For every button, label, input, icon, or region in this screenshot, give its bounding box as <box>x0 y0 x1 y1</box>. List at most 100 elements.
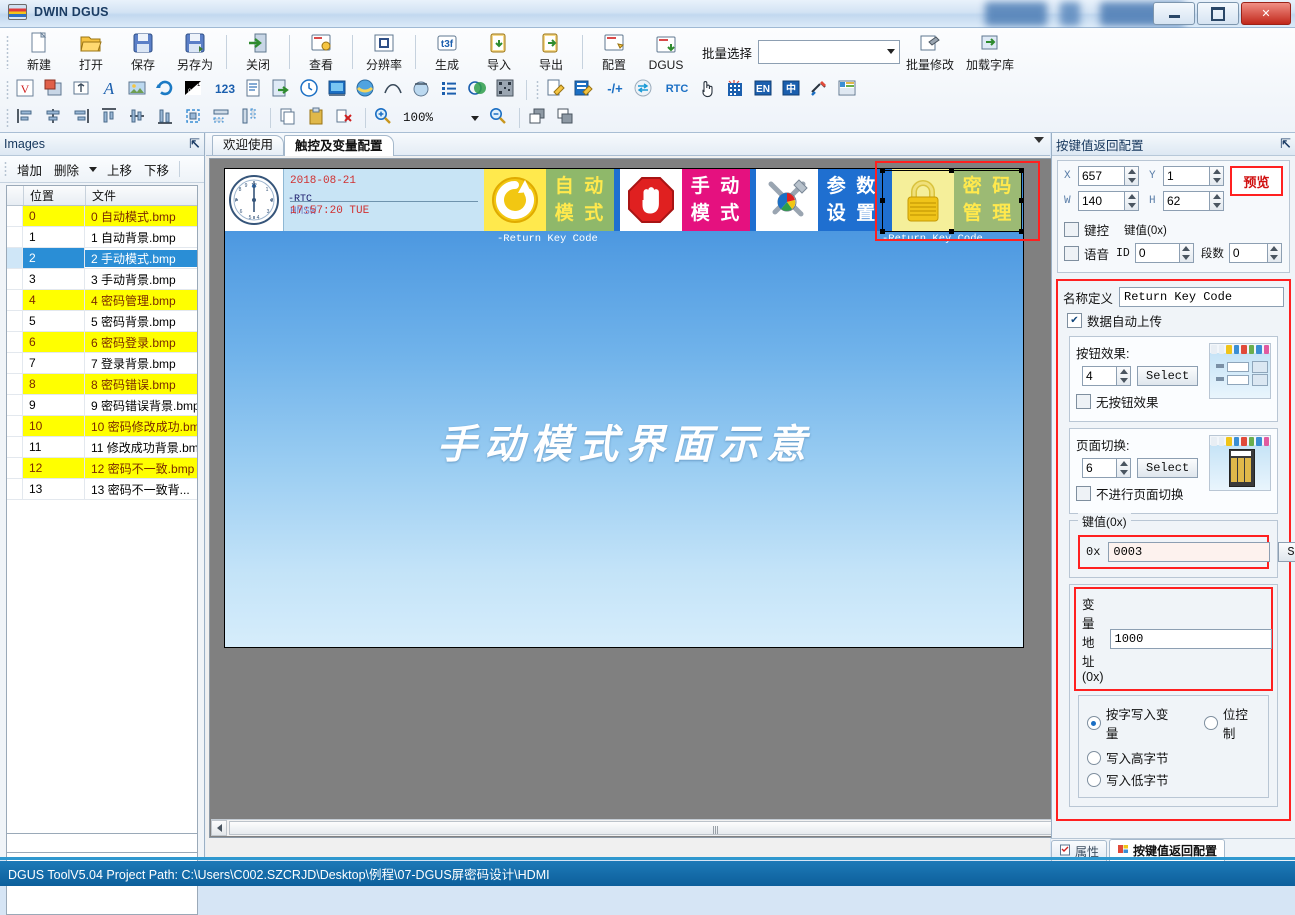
zoom-in-button[interactable] <box>372 106 398 130</box>
edit-variable-button[interactable] <box>572 78 598 102</box>
chevron-down-icon[interactable] <box>1034 137 1044 143</box>
batch-modify-button[interactable]: 批量修改 <box>900 28 960 76</box>
x-stepper[interactable] <box>1078 166 1139 186</box>
y-input[interactable] <box>1163 166 1209 186</box>
delete-button[interactable] <box>333 106 359 130</box>
open-button[interactable]: 打开 <box>65 28 117 76</box>
text-input-button[interactable] <box>242 78 268 102</box>
auto-upload-checkbox[interactable]: ✔ <box>1067 313 1082 328</box>
column-header-position[interactable]: 位置 <box>24 186 86 205</box>
table-row[interactable]: 22 手动模式.bmp <box>7 248 197 269</box>
selection-box[interactable] <box>880 169 1023 234</box>
save-button[interactable]: 保存 <box>117 28 169 76</box>
slider-button[interactable] <box>466 78 492 102</box>
batch-select-combo[interactable] <box>758 40 901 64</box>
key-value-set-button[interactable]: Set <box>1278 542 1295 562</box>
delete-image-button[interactable]: 删除 <box>48 158 85 181</box>
x-input[interactable] <box>1078 166 1124 186</box>
analog-clock-widget[interactable]: 1212 345 678 9 <box>225 169 283 231</box>
basic-graphic-button[interactable] <box>326 78 352 102</box>
table-row[interactable]: 13 13 密码不一致背... <box>7 479 197 500</box>
table-row[interactable]: 7 7 登录背景.bmp <box>7 353 197 374</box>
tools-button[interactable] <box>808 78 834 102</box>
button-effect-select-button[interactable]: Select <box>1137 366 1199 386</box>
plus-minus-button[interactable]: -/+ <box>600 78 630 102</box>
hand-pointer-button[interactable] <box>696 78 722 102</box>
write-mode-option-bit[interactable]: 位控制 <box>1204 704 1260 742</box>
table-row[interactable]: 44 密码管理.bmp <box>7 290 197 311</box>
table-row[interactable]: 11 11 修改成功背景.bmp <box>7 437 197 458</box>
incremental-adjust-button[interactable] <box>70 78 96 102</box>
view-button[interactable]: 查看 <box>295 28 347 76</box>
table-row[interactable]: 12 12 密码不一致.bmp <box>7 458 197 479</box>
popup-window-button[interactable] <box>42 78 68 102</box>
text-display-button[interactable]: A <box>98 78 124 102</box>
table-row[interactable]: 9 9 密码错误背景.bmp <box>7 395 197 416</box>
button-effect-stepper[interactable] <box>1082 366 1131 386</box>
preview-button[interactable]: 预览 <box>1230 166 1283 196</box>
table-row[interactable]: 5 5 密码背景.bmp <box>7 311 197 332</box>
minimize-button[interactable] <box>1153 2 1195 25</box>
list-button[interactable] <box>438 78 464 102</box>
copy-button[interactable] <box>277 106 303 130</box>
send-back-button[interactable] <box>554 106 580 130</box>
export-button[interactable]: 导出 <box>525 28 577 76</box>
table-row[interactable]: 3 3 手动背景.bmp <box>7 269 197 290</box>
align-top-button[interactable] <box>98 106 124 130</box>
align-left-button[interactable] <box>14 106 40 130</box>
qrcode-button[interactable] <box>494 78 520 102</box>
bring-front-button[interactable] <box>526 106 552 130</box>
zoom-out-button[interactable] <box>487 106 513 130</box>
keypad-button[interactable] <box>724 78 750 102</box>
align-middle-v-button[interactable] <box>126 106 152 130</box>
edit-touch-button[interactable] <box>544 78 570 102</box>
move-down-button[interactable]: 下移 <box>138 158 175 181</box>
no-page-switch-checkbox[interactable] <box>1076 486 1091 501</box>
toolbar-grip[interactable] <box>536 80 539 100</box>
move-up-button[interactable]: 上移 <box>101 158 138 181</box>
key-control-checkbox[interactable] <box>1064 222 1079 237</box>
new-button[interactable]: 新建 <box>13 28 65 76</box>
toolbar-grip[interactable] <box>6 35 9 69</box>
cn-language-button[interactable]: 中 <box>780 78 806 102</box>
dgus-button[interactable]: DGUS <box>640 28 692 76</box>
chevron-down-icon[interactable] <box>89 166 98 172</box>
auto-mode-button[interactable]: 自 动 模 式 <box>484 169 614 231</box>
same-size-button[interactable] <box>182 106 208 130</box>
table-row[interactable]: 00 自动模式.bmp <box>7 206 197 227</box>
image-variable-button[interactable] <box>126 78 152 102</box>
page-switch-input[interactable] <box>1082 458 1116 478</box>
toolbar-grip[interactable] <box>6 108 9 128</box>
clock-button[interactable] <box>298 78 324 102</box>
page-switch-thumbnail[interactable] <box>1209 435 1271 491</box>
load-font-button[interactable]: 加载字库 <box>960 28 1020 76</box>
rtc-button[interactable]: RTC <box>660 78 694 102</box>
voice-id-stepper[interactable] <box>1134 243 1194 263</box>
radio-word-icon[interactable] <box>1087 716 1101 730</box>
close-project-button[interactable]: 关闭 <box>232 28 284 76</box>
pin-icon[interactable]: ⇱ <box>1280 136 1291 152</box>
param-setting-button[interactable]: 参 数 设 置 <box>756 169 886 231</box>
same-height-button[interactable] <box>238 106 264 130</box>
bargraph-button[interactable] <box>410 78 436 102</box>
switch-button[interactable] <box>632 78 658 102</box>
zoom-combo[interactable]: 100% <box>403 109 479 128</box>
key-value-input[interactable] <box>1108 542 1271 562</box>
save-as-button[interactable]: 另存为 <box>169 28 221 76</box>
radio-low-byte-icon[interactable] <box>1087 772 1101 787</box>
curve-button[interactable] <box>382 78 408 102</box>
numeric-button[interactable]: 123 <box>210 78 240 102</box>
voice-checkbox[interactable] <box>1064 245 1079 261</box>
h-stepper[interactable] <box>1163 191 1224 211</box>
en-language-button[interactable]: EN <box>752 78 778 102</box>
generate-button[interactable]: t3f 生成 <box>421 28 473 76</box>
h-input[interactable] <box>1163 191 1209 211</box>
page-switch-select-button[interactable]: Select <box>1137 458 1199 478</box>
write-mode-option-high[interactable]: 写入高字节 <box>1087 748 1260 767</box>
w-input[interactable] <box>1078 191 1124 211</box>
name-define-input[interactable] <box>1119 287 1284 307</box>
write-mode-option-low[interactable]: 写入低字节 <box>1087 770 1260 789</box>
add-image-button[interactable]: 增加 <box>11 158 48 181</box>
tab-welcome[interactable]: 欢迎使用 <box>212 135 285 155</box>
layout-button[interactable] <box>836 78 862 102</box>
